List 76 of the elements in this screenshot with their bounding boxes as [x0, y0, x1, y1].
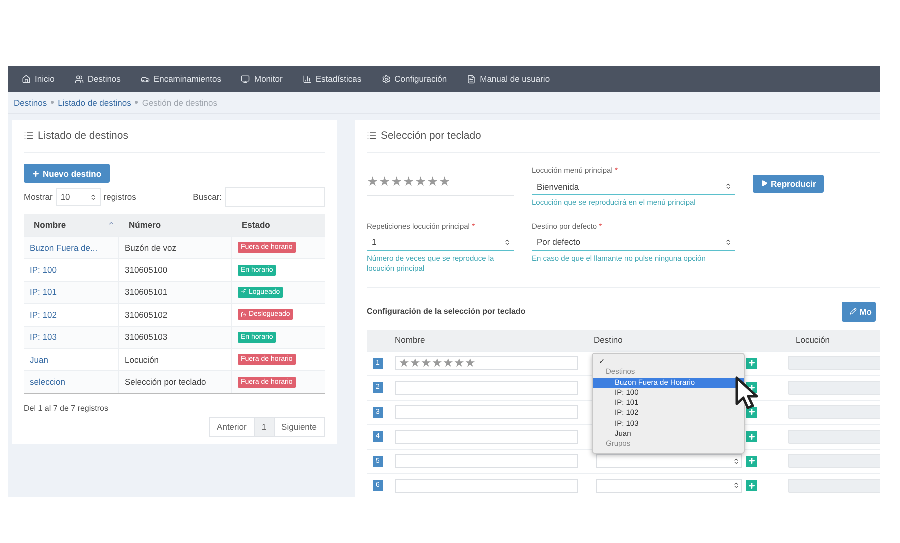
updown-icon: [90, 194, 97, 200]
list-icon: [367, 131, 377, 141]
nav-link[interactable]: Destinos: [74, 74, 121, 84]
name-input[interactable]: [395, 454, 578, 468]
breadcrumb-link[interactable]: Listado de destinos: [58, 98, 132, 108]
destination-select[interactable]: [596, 478, 742, 493]
column-header[interactable]: Estado: [232, 220, 324, 230]
page-size-select[interactable]: 10: [56, 188, 101, 206]
updown-icon: [725, 238, 732, 246]
plus-icon: [748, 482, 756, 490]
search-field[interactable]: [225, 187, 325, 207]
play-button[interactable]: Reproducir: [753, 174, 824, 192]
column-header: Locución: [795, 335, 832, 345]
records-label: registros: [104, 192, 136, 202]
name-input[interactable]: [395, 405, 578, 420]
locution-field[interactable]: [788, 405, 880, 420]
destination-select[interactable]: [596, 454, 742, 468]
bar-chart-icon: [302, 74, 312, 84]
document-icon: [467, 74, 476, 84]
locution-field[interactable]: [788, 356, 880, 370]
plus-icon: [32, 170, 40, 178]
records-info: Del 1 al 7 de 7 registros: [24, 404, 110, 413]
logout-icon: [241, 312, 247, 318]
pagination-button[interactable]: 1: [254, 416, 275, 437]
locution-field[interactable]: [788, 380, 880, 395]
breadcrumb-separator: [51, 101, 54, 104]
pagination-button[interactable]: Anterior: [209, 416, 255, 437]
updown-icon: [733, 482, 740, 490]
modify-button[interactable]: Mo: [842, 302, 876, 322]
updown-icon: [733, 458, 740, 465]
locution-select[interactable]: Bienvenida: [532, 179, 735, 195]
nav-link[interactable]: Manual de usuario: [467, 74, 550, 84]
column-header: Nombre: [395, 335, 426, 345]
destination-link[interactable]: seleccion: [24, 371, 119, 393]
column-header: Destino: [593, 335, 624, 345]
panel-title: Listado de destinos: [38, 130, 128, 142]
plus-icon: [748, 359, 756, 368]
nav-link[interactable]: Monitor: [241, 74, 283, 84]
sort-icon: [108, 220, 115, 227]
pagination-button[interactable]: Siguiente: [274, 416, 325, 437]
users-icon: [74, 74, 84, 84]
gear-icon: [382, 74, 391, 84]
plus-icon: [748, 457, 756, 466]
name-input[interactable]: [395, 430, 578, 444]
home-icon: [22, 74, 31, 84]
column-header[interactable]: Número: [119, 220, 232, 230]
locution-field[interactable]: [788, 430, 880, 444]
panel-title: Selección por teclado: [381, 130, 482, 142]
locution-field[interactable]: [788, 478, 880, 493]
name-input[interactable]: [395, 478, 578, 493]
play-icon: [761, 180, 768, 187]
nav-link[interactable]: Estadísticas: [302, 74, 362, 84]
login-icon: [241, 289, 247, 296]
plus-icon: [748, 432, 756, 441]
search-label: Buscar:: [193, 192, 222, 202]
section-title: Configuración de la selección por teclado: [367, 307, 526, 316]
car-icon: [140, 74, 150, 84]
breadcrumb-separator: [135, 101, 138, 104]
new-destination-button[interactable]: Nuevo destino: [24, 164, 110, 183]
updown-icon: [504, 238, 511, 246]
nav-link[interactable]: Inicio: [22, 74, 55, 84]
repetitions-select[interactable]: 1: [367, 234, 514, 250]
nav-link[interactable]: Configuración: [382, 74, 448, 84]
default-destination-select[interactable]: Por defecto: [532, 234, 735, 250]
pencil-icon: [850, 308, 857, 315]
list-icon: [24, 131, 34, 141]
column-header[interactable]: Nombre: [24, 220, 119, 230]
plus-icon: [748, 408, 756, 416]
updown-icon: [725, 183, 732, 190]
monitor-icon: [241, 74, 250, 84]
show-label: Mostrar: [24, 192, 53, 202]
locution-field[interactable]: [788, 454, 880, 468]
nav-link[interactable]: Encaminamientos: [140, 74, 222, 84]
name-input[interactable]: [395, 380, 578, 395]
table-cell: Selección por teclado: [119, 371, 232, 393]
breadcrumb-link[interactable]: Destinos: [14, 98, 48, 108]
